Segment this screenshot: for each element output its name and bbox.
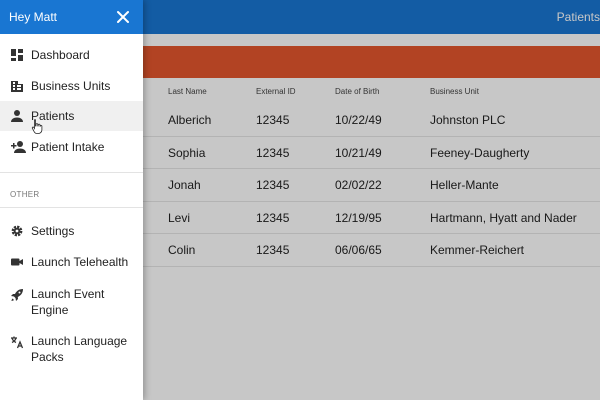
person-add-icon <box>10 140 26 154</box>
close-icon[interactable] <box>113 7 133 27</box>
gear-icon <box>10 224 24 238</box>
navigation-drawer: Hey Matt Dashboard Business Units Patien… <box>0 0 143 400</box>
nav-item-settings[interactable]: Settings <box>0 216 143 246</box>
nav-label: Business Units <box>31 79 111 93</box>
section-label-other: OTHER <box>10 190 40 199</box>
nav-label: Settings <box>31 224 75 238</box>
nav-label: Dashboard <box>31 48 90 62</box>
business-icon <box>10 79 24 93</box>
hand-cursor-icon <box>31 119 43 134</box>
divider <box>0 207 143 208</box>
nav-item-launch-event-engine[interactable]: Launch Event Engine <box>0 282 143 322</box>
user-greeting: Hey Matt <box>9 10 58 24</box>
nav-item-patients[interactable]: Patients <box>0 101 143 131</box>
person-icon <box>10 109 24 123</box>
nav-label: Patient Intake <box>31 140 105 154</box>
nav-item-launch-telehealth[interactable]: Launch Telehealth <box>0 247 143 277</box>
rocket-icon <box>10 288 24 302</box>
nav-label: Launch Event Engine <box>31 287 105 317</box>
nav-label: Launch Telehealth <box>31 255 129 269</box>
nav-label: Launch Language Packs <box>31 334 128 364</box>
divider <box>0 172 143 173</box>
nav-item-launch-language-packs[interactable]: Launch Language Packs <box>0 329 143 369</box>
dashboard-icon <box>10 48 24 62</box>
nav-item-dashboard[interactable]: Dashboard <box>0 40 143 70</box>
drawer-header: Hey Matt <box>0 0 143 34</box>
videocam-icon <box>10 255 24 269</box>
nav-item-patient-intake[interactable]: Patient Intake <box>0 132 143 162</box>
nav-item-business-units[interactable]: Business Units <box>0 71 143 101</box>
translate-icon <box>10 335 24 349</box>
